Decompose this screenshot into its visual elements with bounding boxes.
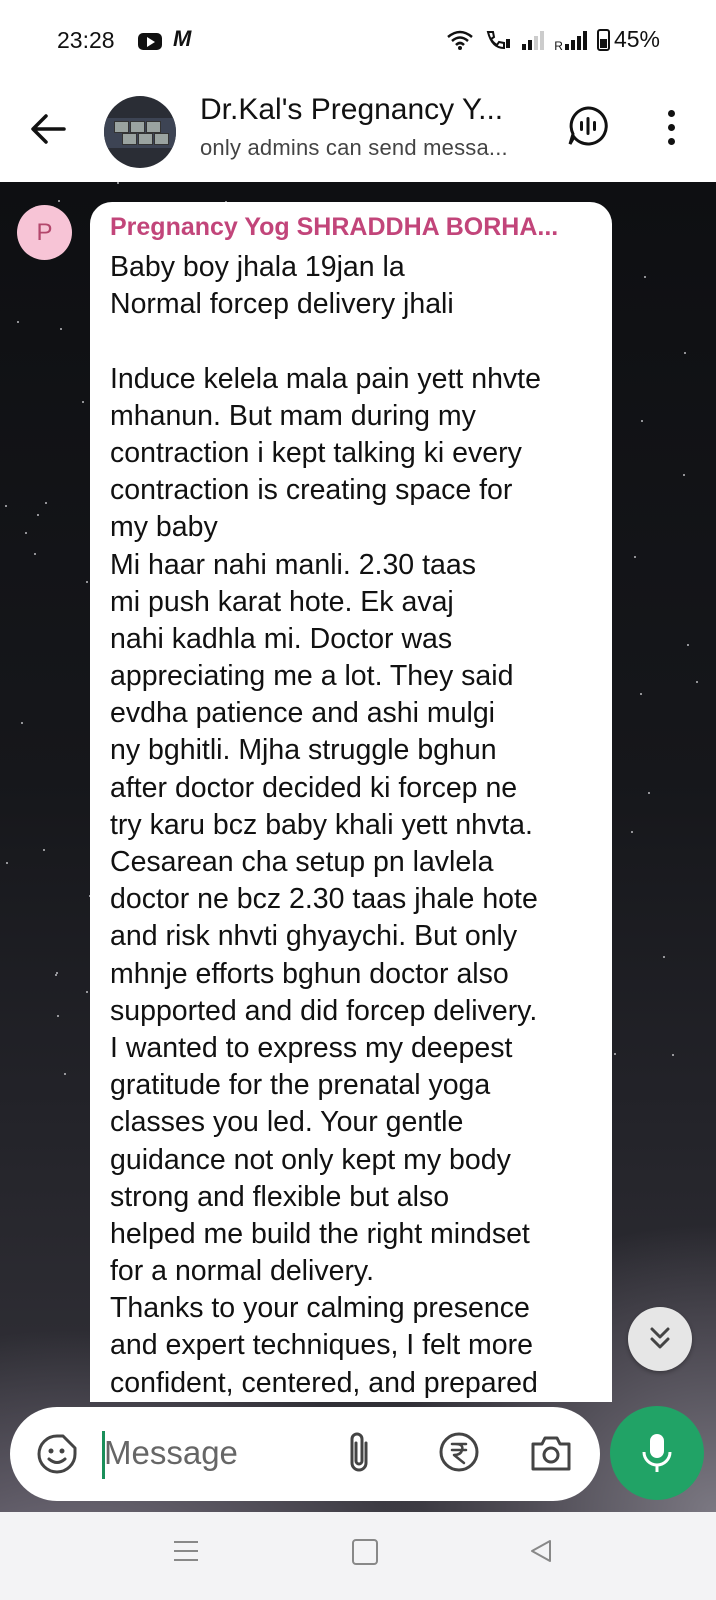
background-star [640,693,642,695]
background-star [43,849,45,851]
message-line: try karu bcz baby khali yett nhvta. [110,808,533,841]
message-line: guidance not only kept my body [110,1143,511,1176]
message-line: doctor ne bcz 2.30 taas jhale hote [110,883,538,916]
message-line: and expert techniques, I felt more [110,1329,533,1362]
message-line: confident, centered, and prepared [110,1366,538,1399]
message-line: Normal forcep delivery jhali [110,288,454,321]
sender-avatar[interactable]: P [17,205,72,260]
message-line: Cesarean cha setup pn lavlela [110,846,494,878]
back-arrow-icon[interactable] [26,106,72,152]
background-star [117,182,119,184]
background-star [683,474,685,476]
message-line: Mi haar nahi manli. 2.30 taas [110,548,476,581]
group-avatar[interactable] [104,96,176,168]
background-star [58,200,60,202]
background-star [663,956,665,958]
scroll-down-button[interactable] [628,1307,692,1371]
message-line: Baby boy jhala 19jan la [110,251,405,283]
message-text: Baby boy jhala 19jan la Normal forcep del… [110,249,610,1402]
nav-back-icon[interactable] [528,1538,554,1564]
background-star [17,321,19,323]
background-star [21,722,23,724]
message-line: mi push karat hote. Ek avaj [110,585,454,618]
message-line: I wanted to express my deepest [110,1031,513,1064]
more-options-icon[interactable] [664,106,678,150]
chat-header: Dr.Kal's Pregnancy Y... only admins can … [0,80,716,182]
background-star [687,644,689,646]
message-line: nahi kadhla mi. Doctor was [110,622,453,655]
message-line: contraction is creating space for [110,474,513,507]
system-nav-bar [0,1512,716,1600]
background-star [57,1015,59,1017]
background-star [696,681,698,683]
background-star [614,1053,616,1055]
background-star [86,581,88,583]
youtube-notification-icon [138,33,162,50]
message-line: and risk nhvti ghyaychi. But only [110,920,518,953]
message-line: ny bghitli. Mjha struggle bghun [110,734,497,767]
message-line: mhanun. But mam during my [110,399,476,432]
status-bar: 23:28 M R 45% [0,0,716,80]
message-line [110,323,610,360]
background-star [631,831,633,833]
background-star [644,276,646,278]
signal-sim1-icon [564,30,587,50]
background-star [684,352,686,354]
background-star [641,420,643,422]
rupee-payment-icon[interactable] [438,1431,480,1473]
message-line: helped me build the right mindset [110,1217,530,1250]
message-line: evdha patience and ashi mulgi [110,697,496,730]
message-line: my baby [110,511,218,544]
background-star [45,502,47,504]
message-line: gratitude for the prenatal yoga [110,1069,491,1102]
sim1-label: R [554,39,563,53]
group-subtitle: only admins can send messa... [200,135,508,160]
message-line: Induce kelela mala pain yett nhvte [110,362,541,395]
background-star [82,401,84,403]
background-star [64,1073,66,1075]
message-bubble[interactable]: Pregnancy Yog SHRADDHA BORHA... Baby boy… [90,202,612,1402]
emoji-sticker-icon[interactable] [36,1433,78,1475]
background-star [37,514,39,516]
background-star [634,556,636,558]
message-input[interactable] [104,1429,314,1477]
battery-percent: 45% [613,26,660,52]
message-line: supported and did forcep delivery. [110,994,538,1027]
message-line: mhnje efforts bghun doctor also [110,957,509,990]
attach-icon[interactable] [342,1429,376,1477]
background-star [648,792,650,794]
gmail-notification-icon: M [173,26,192,51]
mic-button[interactable] [610,1406,704,1500]
message-composer [10,1407,600,1501]
message-line: Thanks to your calming presence [110,1292,530,1325]
group-title[interactable]: Dr.Kal's Pregnancy Y... [200,93,503,127]
mic-icon [642,1434,672,1472]
background-star [34,553,36,555]
message-line: for a normal delivery. [110,1255,374,1288]
message-line: strong and flexible but also [110,1180,450,1213]
message-line: after doctor decided ki forcep ne [110,771,518,804]
wifi-calling-icon [487,30,511,49]
message-line: contraction i kept talking ki every [110,436,522,469]
message-line: classes you led. Your gentle [110,1106,464,1139]
signal-sim2-icon [522,30,545,50]
system-icons: R 45% [446,26,660,53]
camera-icon[interactable] [530,1433,572,1473]
background-star [5,505,7,507]
status-time: 23:28 [57,27,115,53]
scroll-down-icon [650,1327,670,1349]
wifi-icon [447,30,474,50]
home-button[interactable] [352,1539,378,1565]
background-star [55,974,57,976]
background-star [25,532,27,534]
battery-icon [596,28,610,51]
background-star [60,328,62,330]
recent-apps-button[interactable] [174,1541,198,1563]
message-line: appreciating me a lot. They said [110,660,514,693]
voice-chat-icon[interactable] [566,104,610,148]
background-star [6,862,8,864]
sender-name[interactable]: Pregnancy Yog SHRADDHA BORHA... [110,213,558,242]
background-star [86,991,88,993]
background-star [672,1054,674,1056]
